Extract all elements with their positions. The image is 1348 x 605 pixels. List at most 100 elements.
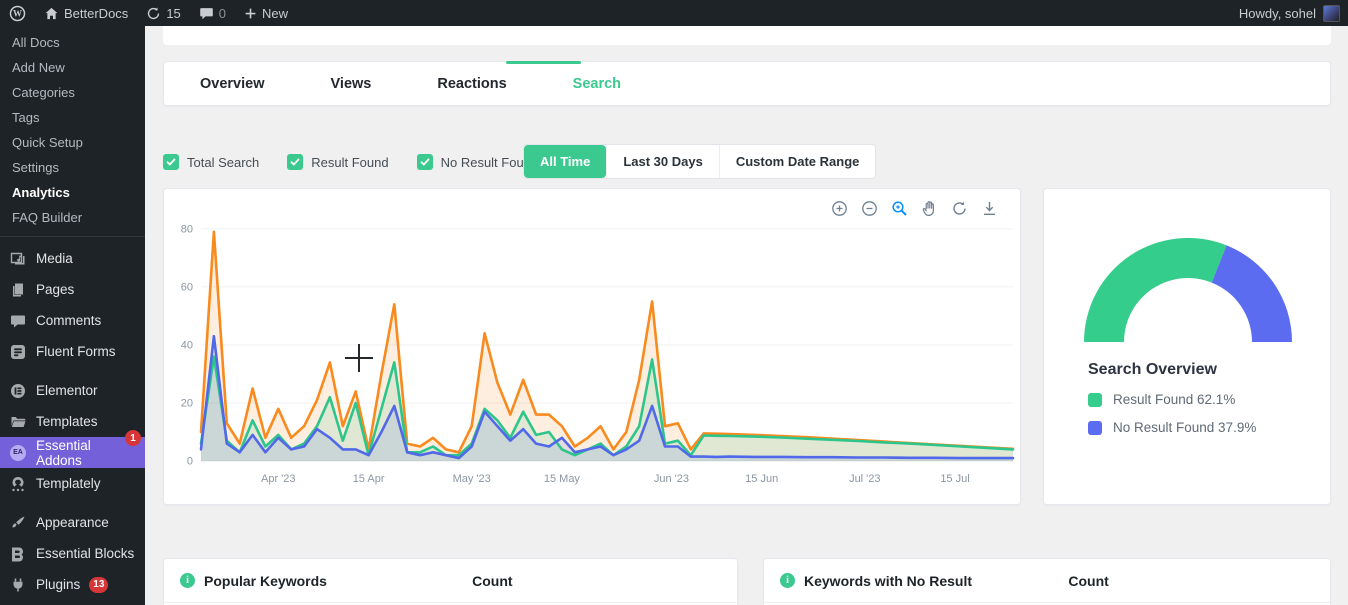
sidebar-item-label: Elementor [36, 383, 98, 398]
legend-swatch-green [1088, 393, 1102, 407]
sidebar-item-all-docs[interactable]: All Docs [0, 30, 145, 55]
sidebar-item-templates[interactable]: Templates [0, 406, 145, 437]
sidebar-item-label: Comments [36, 313, 101, 328]
checkbox-total-search[interactable]: Total Search [163, 154, 259, 170]
sidebar-item-fluent-forms[interactable]: Fluent Forms [0, 336, 145, 367]
sidebar-item-faq-builder[interactable]: FAQ Builder [0, 205, 145, 230]
elementor-icon [9, 382, 27, 400]
sidebar-item-label: Templately [36, 476, 101, 491]
legend-no-result-found: No Result Found 37.9% [1088, 420, 1256, 435]
svg-text:Apr '23: Apr '23 [261, 473, 296, 485]
info-icon[interactable]: i [780, 573, 795, 588]
sidebar-item-appearance[interactable]: Appearance [0, 507, 145, 538]
sidebar-item-comments[interactable]: Comments [0, 305, 145, 336]
new-content-menu[interactable]: New [235, 0, 297, 26]
wp-admin-bar: W BetterDocs 15 0 New Howdy, sohel [0, 0, 1348, 26]
user-avatar[interactable] [1323, 5, 1340, 22]
comments-icon [9, 312, 27, 330]
legend-result-found: Result Found 62.1% [1088, 392, 1235, 407]
media-icon [9, 250, 27, 268]
legend-label: No Result Found 37.9% [1113, 420, 1256, 435]
legend-swatch-blue [1088, 421, 1102, 435]
range-all-time[interactable]: All Time [524, 145, 606, 178]
svg-text:Jul '23: Jul '23 [849, 473, 880, 485]
table-header: i Popular Keywords Count [164, 559, 737, 603]
essential-addons-icon: EA [9, 444, 27, 462]
sidebar-item-settings[interactable]: Settings [0, 155, 145, 180]
sidebar-item-analytics[interactable]: Analytics [0, 180, 145, 205]
sidebar-item-label: Fluent Forms [36, 344, 116, 359]
sidebar-item-label: Essential Blocks [36, 546, 134, 561]
paintbrush-icon [9, 514, 27, 532]
svg-text:20: 20 [181, 398, 193, 410]
tab-overview[interactable]: Overview [196, 76, 269, 92]
svg-text:15 Apr: 15 Apr [353, 473, 385, 485]
tab-views[interactable]: Views [327, 76, 376, 92]
tab-reactions[interactable]: Reactions [433, 76, 510, 92]
folder-icon [9, 413, 27, 431]
comments-icon [199, 6, 214, 21]
sidebar-item-quick-setup[interactable]: Quick Setup [0, 130, 145, 155]
checked-checkbox-icon [417, 154, 433, 170]
updates-count: 15 [166, 6, 180, 21]
info-icon[interactable]: i [180, 573, 195, 588]
sidebar-item-templately[interactable]: Templately [0, 468, 145, 499]
new-label: New [262, 6, 288, 21]
sidebar-item-label: Templates [36, 414, 98, 429]
menu-separator [0, 367, 145, 375]
search-overview-donut[interactable] [1044, 189, 1332, 511]
table-header: i Keywords with No Result Count [764, 559, 1330, 603]
sidebar-item-essential-addons[interactable]: EA Essential Addons 1 [0, 437, 145, 468]
sidebar-item-label: Plugins [36, 577, 80, 592]
site-menu[interactable]: BetterDocs [35, 0, 137, 26]
svg-text:80: 80 [181, 223, 193, 235]
svg-text:Jun '23: Jun '23 [654, 473, 689, 485]
checkbox-label: Result Found [311, 155, 388, 170]
templately-icon [9, 475, 27, 493]
analytics-tabs: Overview Views Reactions Search [163, 61, 1331, 106]
search-overview-card: Search Overview Result Found 62.1% No Re… [1043, 188, 1331, 505]
selection-zoom-icon[interactable] [891, 200, 908, 217]
sidebar-item-elementor[interactable]: Elementor [0, 375, 145, 406]
svg-text:40: 40 [181, 340, 193, 352]
sidebar-item-users[interactable]: Users [0, 600, 145, 605]
range-custom-date[interactable]: Custom Date Range [719, 145, 876, 178]
mouse-crosshair-cursor [345, 344, 373, 372]
no-result-keywords-card: i Keywords with No Result Count [763, 558, 1331, 605]
search-overview-title: Search Overview [1088, 361, 1217, 379]
tab-search[interactable]: Search [569, 76, 625, 92]
checkbox-no-result-found[interactable]: No Result Found [417, 154, 539, 170]
sidebar-item-tags[interactable]: Tags [0, 105, 145, 130]
wp-logo-menu[interactable]: W [0, 0, 35, 26]
previous-card-bottom [163, 26, 1331, 45]
reset-zoom-icon[interactable] [951, 200, 968, 217]
site-name: BetterDocs [64, 6, 128, 21]
zoom-in-icon[interactable] [831, 200, 848, 217]
sidebar-item-pages[interactable]: Pages [0, 274, 145, 305]
comments-count: 0 [219, 6, 226, 21]
checked-checkbox-icon [287, 154, 303, 170]
sidebar-item-essential-blocks[interactable]: Essential Blocks [0, 538, 145, 569]
chart-toolbar [831, 200, 998, 217]
checkbox-result-found[interactable]: Result Found [287, 154, 388, 170]
comments-menu[interactable]: 0 [190, 0, 235, 26]
sidebar-item-categories[interactable]: Categories [0, 80, 145, 105]
range-last-30-days[interactable]: Last 30 Days [606, 145, 719, 178]
updates-menu[interactable]: 15 [137, 0, 189, 26]
svg-text:60: 60 [181, 281, 193, 293]
howdy-account-link[interactable]: Howdy, sohel [1239, 6, 1316, 21]
search-analytics-chart[interactable]: 020406080Apr '2315 AprMay '2315 MayJun '… [164, 189, 1022, 511]
svg-text:15 Jun: 15 Jun [745, 473, 778, 485]
essential-addons-badge: 1 [125, 430, 141, 446]
pages-icon [9, 281, 27, 299]
sidebar-item-add-new[interactable]: Add New [0, 55, 145, 80]
home-icon [44, 6, 59, 21]
panning-hand-icon[interactable] [921, 200, 938, 217]
wordpress-logo-icon: W [9, 5, 26, 22]
sidebar-item-label: Essential Addons [36, 438, 137, 468]
svg-text:0: 0 [187, 456, 193, 468]
sidebar-item-plugins[interactable]: Plugins 13 [0, 569, 145, 600]
download-icon[interactable] [981, 200, 998, 217]
sidebar-item-media[interactable]: Media [0, 243, 145, 274]
zoom-out-icon[interactable] [861, 200, 878, 217]
